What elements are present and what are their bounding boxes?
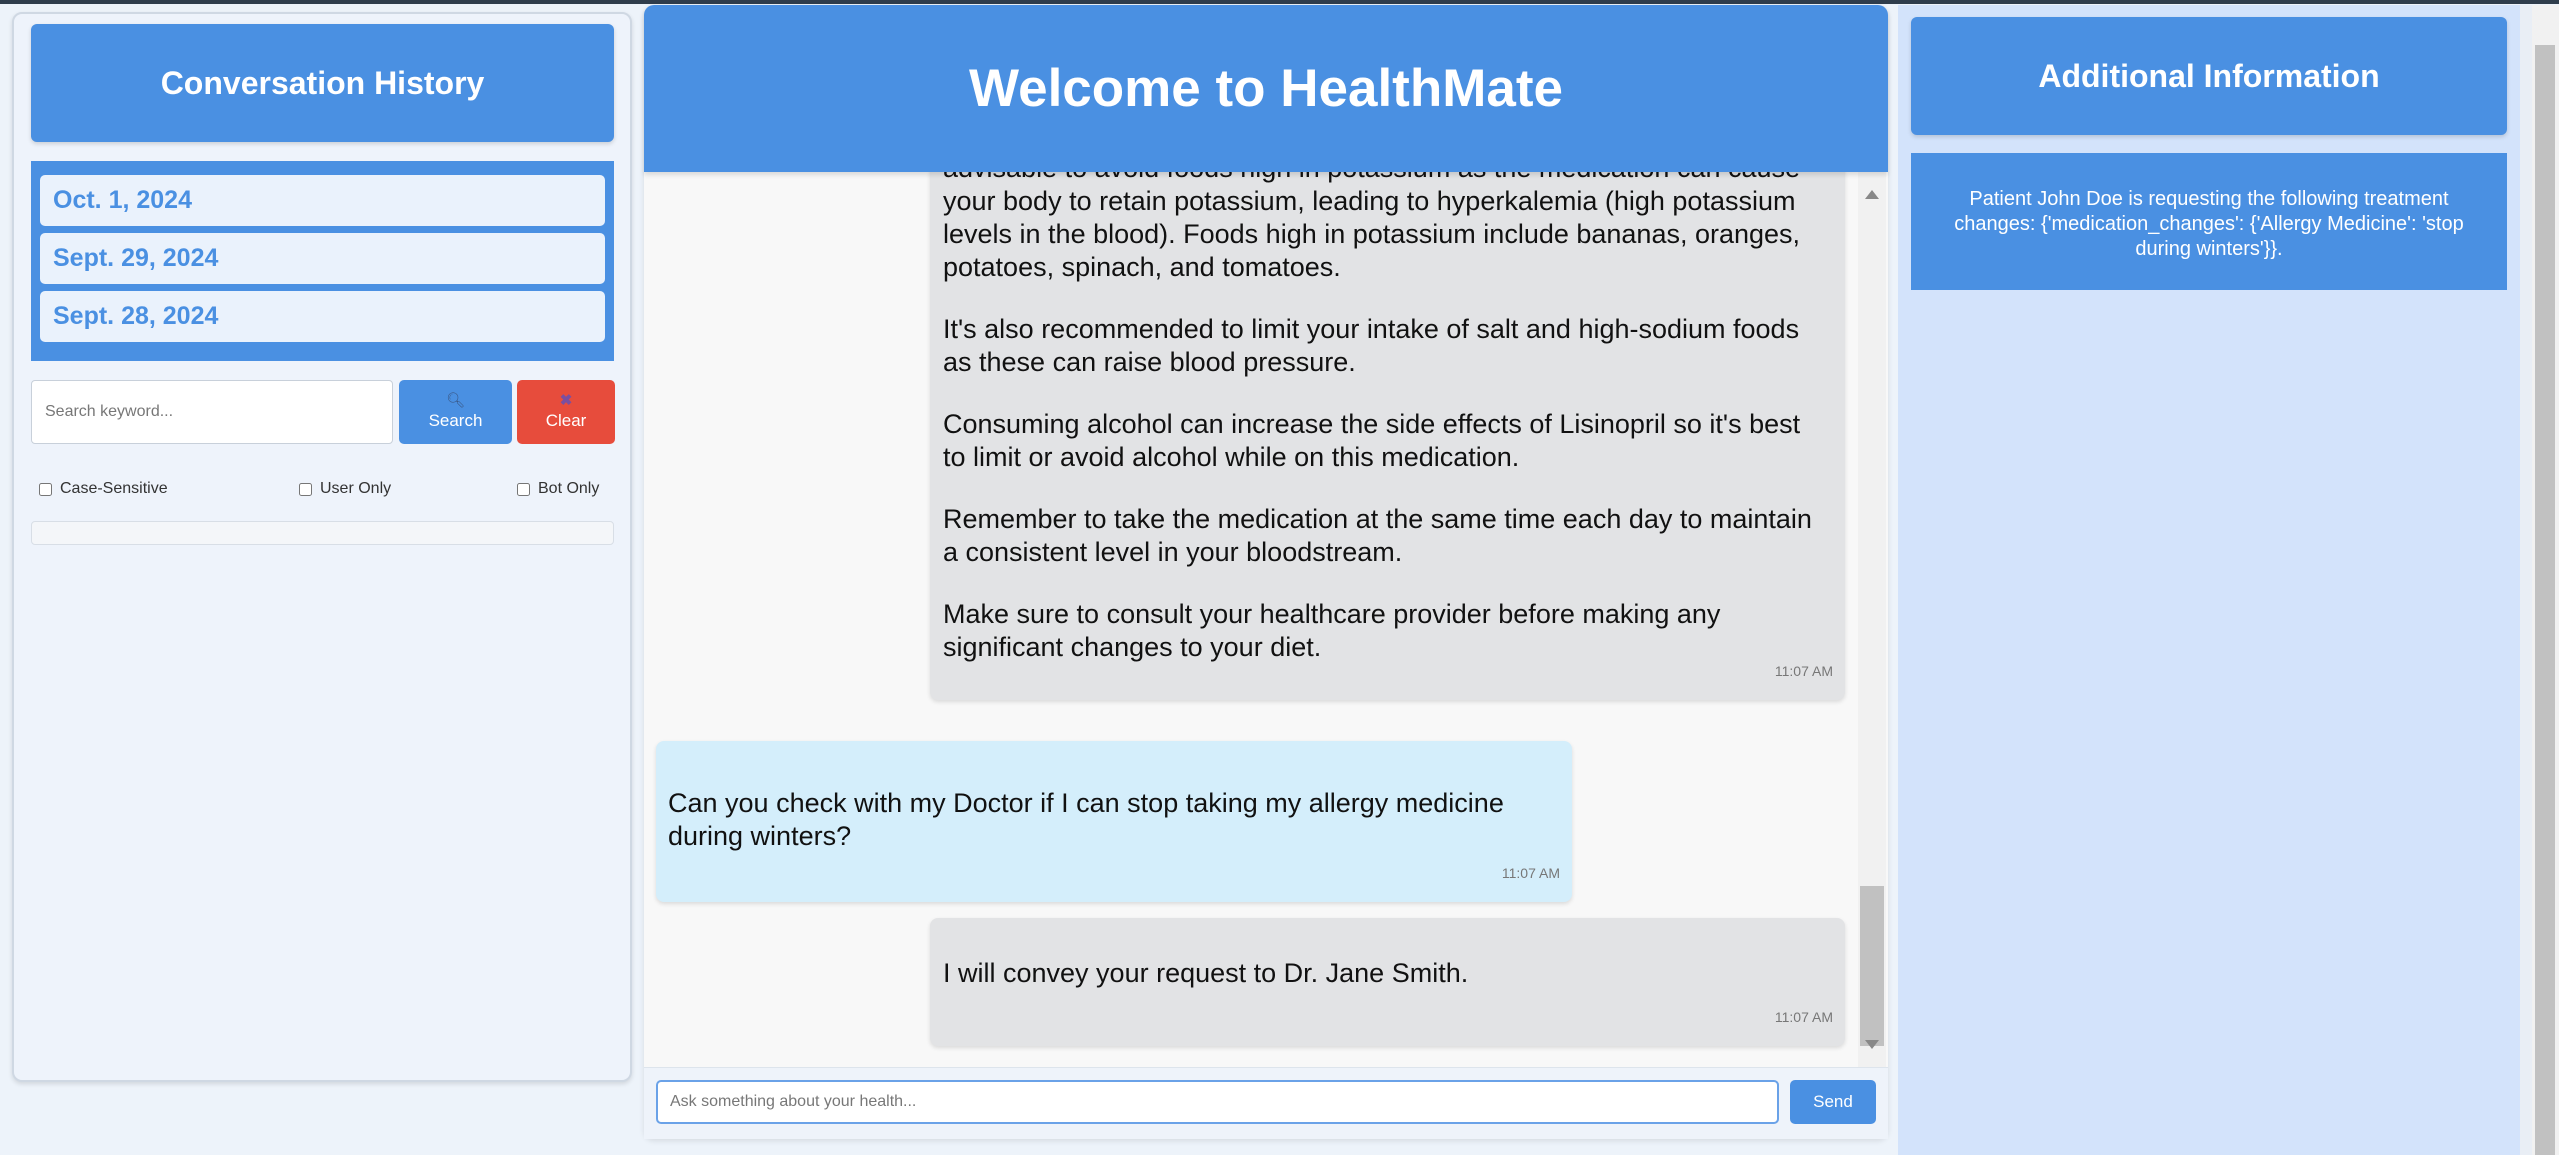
info-header: Additional Information <box>1911 17 2507 135</box>
user-only-filter[interactable]: User Only <box>299 480 391 498</box>
case-sensitive-filter[interactable]: Case-Sensitive <box>39 480 168 498</box>
magnifier-icon: 🔍︎ <box>445 392 466 409</box>
date-item-sept-28[interactable]: Sept. 28, 2024 <box>40 291 605 342</box>
message-text: I will convey your request to Dr. Jane S… <box>943 958 1469 988</box>
message-timestamp: 11:07 AM <box>1501 865 1560 881</box>
info-content: Patient John Doe is requesting the follo… <box>1911 153 2507 290</box>
user-only-label: User Only <box>320 480 392 497</box>
message-text: Can you check with my Doctor if I can st… <box>668 788 1504 851</box>
conversation-date-list: Oct. 1, 2024 Sept. 29, 2024 Sept. 28, 20… <box>31 161 614 361</box>
search-button[interactable]: 🔍︎ Search <box>399 380 512 444</box>
chat-title: Welcome to HealthMate <box>969 59 1563 118</box>
info-title: Additional Information <box>2038 57 2380 94</box>
sidebar-header: Conversation History <box>31 24 614 142</box>
sidebar-title: Conversation History <box>160 64 485 101</box>
chat-panel: Welcome to HealthMate advisable to avoid… <box>644 5 1888 1139</box>
date-item-sept-29[interactable]: Sept. 29, 2024 <box>40 233 605 284</box>
bot-message: I will convey your request to Dr. Jane S… <box>930 918 1845 1046</box>
chat-scrollbar[interactable] <box>1858 172 1886 1067</box>
page-scroll-thumb[interactable] <box>2535 45 2555 1155</box>
scroll-up-arrow-icon[interactable] <box>1865 190 1879 199</box>
message-timestamp: 11:07 AM <box>1774 1009 1833 1025</box>
bot-message: advisable to avoid foods high in potassi… <box>930 172 1845 700</box>
message-list[interactable]: advisable to avoid foods high in potassi… <box>644 172 1888 1067</box>
user-only-checkbox[interactable] <box>299 482 312 496</box>
bot-only-label: Bot Only <box>538 480 600 497</box>
message-body: advisable to avoid foods high in potassi… <box>943 172 1823 664</box>
additional-info-panel: Additional Information Patient John Doe … <box>1898 5 2520 1155</box>
message-paragraph: Remember to take the medication at the s… <box>943 504 1812 567</box>
chat-input[interactable] <box>656 1080 1779 1124</box>
message-paragraph: advisable to avoid foods high in potassi… <box>943 172 1801 282</box>
scroll-thumb[interactable] <box>1860 886 1884 1046</box>
page-scrollbar[interactable] <box>2532 5 2559 1155</box>
message-paragraph: It's also recommended to limit your inta… <box>943 314 1800 377</box>
page-gutter <box>2520 5 2532 1155</box>
date-item-oct-1[interactable]: Oct. 1, 2024 <box>40 175 605 226</box>
search-input[interactable] <box>31 380 393 444</box>
message-composer: Send <box>644 1067 1888 1139</box>
conversation-history-sidebar: Conversation History Oct. 1, 2024 Sept. … <box>12 12 632 1082</box>
message-paragraph: Make sure to consult your healthcare pro… <box>943 599 1721 662</box>
send-button[interactable]: Send <box>1790 1080 1876 1124</box>
case-sensitive-label: Case-Sensitive <box>60 480 168 497</box>
scroll-down-arrow-icon[interactable] <box>1865 1040 1879 1049</box>
bot-only-filter[interactable]: Bot Only <box>517 480 599 498</box>
chat-header: Welcome to HealthMate <box>644 5 1888 172</box>
window-top-border <box>0 0 2559 4</box>
search-button-label: Search <box>428 411 483 430</box>
message-timestamp: 11:07 AM <box>1774 663 1833 679</box>
clear-button-label: Clear <box>545 411 587 430</box>
clear-button[interactable]: ✖ Clear <box>517 380 615 444</box>
case-sensitive-checkbox[interactable] <box>39 482 52 496</box>
bot-only-checkbox[interactable] <box>517 482 530 496</box>
message-paragraph: Consuming alcohol can increase the side … <box>943 409 1801 472</box>
user-message: Can you check with my Doctor if I can st… <box>656 741 1572 902</box>
search-results <box>31 521 614 545</box>
x-icon: ✖ <box>559 392 573 409</box>
